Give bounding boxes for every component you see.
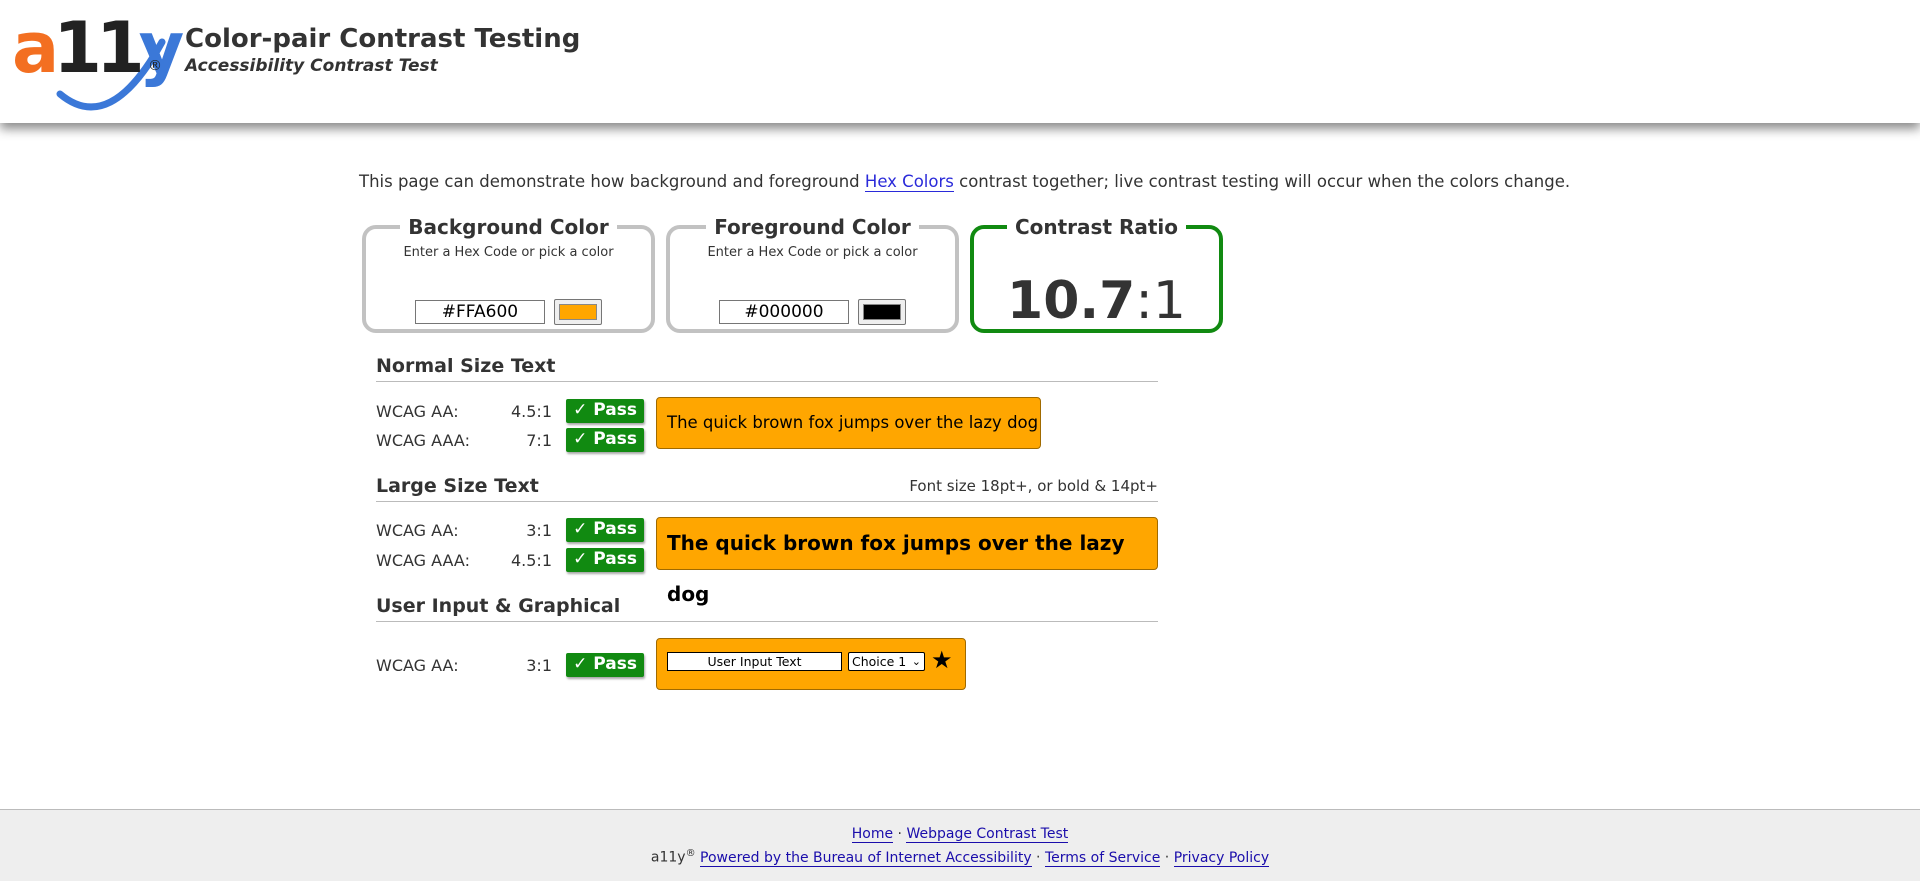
graphical-aa-ratio: 3:1 [526,656,552,675]
background-color-hint: Enter a Hex Code or pick a color [403,245,614,260]
footer-registered-mark: ® [685,848,696,859]
normal-aa-label: WCAG AA: [376,402,459,421]
foreground-color-panel: Foreground Color Enter a Hex Code or pic… [666,215,959,333]
graphical-heading-label: User Input & Graphical [376,595,621,617]
contrast-ratio-number: 10.7 [1007,271,1136,331]
contrast-ratio-panel: Contrast Ratio 10.7:1 [970,215,1223,333]
footer-brand: a11y [650,849,686,866]
footer-legal: a11y® Powered by the Bureau of Internet … [0,848,1920,867]
intro-text-before: This page can demonstrate how background… [359,172,865,191]
footer-separator: · [1031,849,1045,866]
a11y-logo[interactable]: a11y ® [12,8,184,112]
normal-aaa-pass-badge: ✓ Pass [566,428,644,452]
page-subtitle: Accessibility Contrast Test [185,56,438,76]
intro-text-after: contrast together; live contrast testing… [953,172,1571,191]
normal-text-heading-label: Normal Size Text [376,355,556,377]
large-aa-ratio: 3:1 [526,521,552,540]
foreground-swatch-fill [863,304,902,320]
graphical-aa-pass-badge: ✓ Pass [566,653,644,677]
background-color-picker[interactable] [554,299,603,325]
foreground-color-legend: Foreground Color [714,215,911,239]
contrast-ratio-separator: : [1135,271,1153,331]
footer-nav: Home · Webpage Contrast Test [0,826,1920,843]
footer-powered-by-link[interactable]: Powered by the Bureau of Internet Access… [700,849,1032,867]
large-aaa-pass-badge: ✓ Pass [566,548,644,572]
footer-home-link[interactable]: Home [851,826,894,843]
background-swatch-fill [559,304,598,320]
chevron-down-icon: ⌄ [911,655,921,668]
normal-text-heading: Normal Size Text [376,355,1158,382]
background-color-panel: Background Color Enter a Hex Code or pic… [362,215,655,333]
sample-choice-select[interactable]: Choice 1 ⌄ [848,652,925,671]
normal-aa-ratio: 4.5:1 [510,402,552,421]
foreground-color-picker[interactable] [858,299,907,325]
graphical-heading: User Input & Graphical [376,595,1158,622]
normal-aaa-label: WCAG AAA: [376,431,470,450]
large-aaa-label: WCAG AAA: [376,551,470,570]
contrast-ratio-denominator: 1 [1152,271,1186,331]
footer-separator: · [1160,849,1174,866]
large-text-note: Font size 18pt+, or bold & 14pt+ [909,477,1158,495]
foreground-color-hint: Enter a Hex Code or pick a color [707,245,918,260]
background-hex-input[interactable] [414,300,545,324]
logo-registered-mark: ® [148,58,162,74]
sample-choice-select-value: Choice 1 [852,654,907,669]
graphical-sample: User Input Text Choice 1 ⌄ ★ [656,638,966,690]
large-aa-label: WCAG AA: [376,521,459,540]
page-title: Color-pair Contrast Testing [185,24,581,54]
footer-webpage-contrast-link[interactable]: Webpage Contrast Test [906,826,1069,843]
site-header: a11y ® Color-pair Contrast Testing Acces… [0,0,1920,123]
footer-terms-link[interactable]: Terms of Service [1044,849,1161,867]
normal-aaa-ratio: 7:1 [526,431,552,450]
large-text-sample: The quick brown fox jumps over the lazy … [656,517,1158,606]
contrast-ratio-value: 10.7:1 [974,271,1219,331]
intro-text: This page can demonstrate how background… [359,172,1571,192]
background-color-legend: Background Color [408,215,609,239]
star-icon: ★ [931,646,953,674]
foreground-hex-input[interactable] [718,300,849,324]
hex-colors-link[interactable]: Hex Colors [864,172,954,192]
large-aa-pass-badge: ✓ Pass [566,518,644,542]
footer-separator: · [893,826,907,842]
normal-aa-pass-badge: ✓ Pass [566,399,644,423]
sample-user-input[interactable]: User Input Text [667,652,842,671]
logo-wordmark: a11y [12,7,184,89]
large-aaa-ratio: 4.5:1 [510,551,552,570]
graphical-aa-label: WCAG AA: [376,656,459,675]
normal-text-sample: The quick brown fox jumps over the lazy … [656,397,1041,449]
large-text-heading-label: Large Size Text [376,475,539,497]
site-footer: Home · Webpage Contrast Test a11y® Power… [0,809,1920,881]
footer-privacy-link[interactable]: Privacy Policy [1173,849,1270,867]
contrast-ratio-legend: Contrast Ratio [1014,215,1179,239]
large-text-heading: Large Size Text Font size 18pt+, or bold … [376,475,1158,502]
